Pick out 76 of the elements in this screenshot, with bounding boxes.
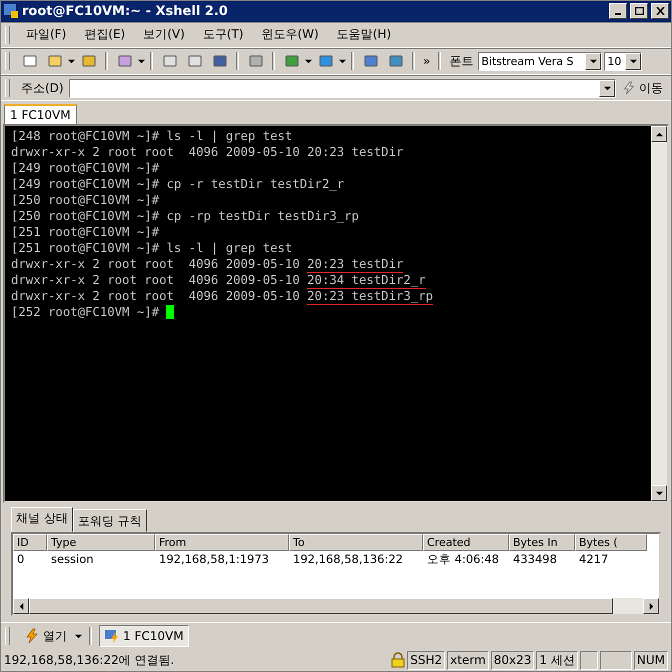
underlined-text: 20:34 testDir2_r — [307, 272, 426, 289]
table-cell-text: session — [50, 551, 95, 568]
dropdown-arrow-icon[interactable] — [305, 58, 312, 65]
underlined-text: 20:23 testDir — [307, 256, 404, 273]
column-header[interactable]: Type — [47, 534, 155, 552]
open-button[interactable]: 열기 — [20, 626, 71, 647]
terminal-line: [250 root@FC10VM ~]# cp -rp testDir testDir3_rp — [11, 208, 359, 224]
terminal-line: drwxr-xr-x 2 root root 4096 2009-05-10 — [11, 272, 301, 288]
terminal-line: [249 root@FC10VM ~]# cp -r testDir testDir2_r — [11, 176, 344, 192]
terminal-line: [248 root@FC10VM ~]# ls -l | grep test — [11, 128, 292, 144]
scrollbar-thumb[interactable] — [29, 598, 613, 614]
lightning-icon — [24, 628, 40, 644]
table-cell-text: 4217 — [578, 551, 610, 568]
table-cell-text: 192,168,58,136:22 — [292, 551, 404, 568]
terminal-lightning-icon — [104, 628, 120, 644]
dropdown-arrow-icon[interactable] — [656, 490, 662, 497]
status-pane: 1 세션 — [536, 650, 578, 670]
column-header[interactable]: To — [289, 534, 423, 552]
terminal-line: [251 root@FC10VM ~]# ls -l | grep test — [11, 240, 292, 256]
terminal-line: [250 root@FC10VM ~]# — [11, 192, 160, 208]
menu-item[interactable]: 윈도우(W) — [254, 24, 327, 46]
dropdown-arrow-icon[interactable] — [630, 58, 637, 65]
column-header[interactable]: ID — [13, 534, 47, 552]
table-cell-text: 433498 — [512, 551, 558, 568]
table-cell-text: 0 — [16, 551, 26, 568]
column-header[interactable]: From — [155, 534, 289, 552]
window-title: root@FC10VM:~ - Xshell 2.0 — [22, 4, 229, 19]
table-cell-text: 오후 4:06:48 — [426, 551, 500, 568]
terminal-line: drwxr-xr-x 2 root root 4096 2009-05-10 — [11, 288, 301, 304]
menu-item[interactable]: 편집(E) — [76, 24, 134, 46]
size-combo[interactable]: 10 — [604, 52, 642, 71]
terminal-line: [249 root@FC10VM ~]# — [11, 160, 160, 176]
dropdown-arrow-icon[interactable] — [138, 58, 145, 65]
menu-item[interactable]: 보기(V) — [135, 24, 193, 46]
menu-item[interactable]: 파일(F) — [18, 24, 74, 46]
underlined-text: 20:23 testDir3_rp — [307, 288, 433, 305]
font-combo[interactable]: Bitstream Vera S — [478, 52, 602, 71]
dropdown-arrow-icon[interactable] — [339, 58, 346, 65]
scroll-left-icon[interactable] — [18, 602, 24, 610]
session-tab[interactable]: 1 FC10VM — [4, 104, 77, 124]
address-field[interactable] — [68, 78, 616, 98]
address-label: 주소(D) — [20, 80, 65, 97]
more-chevron[interactable]: » — [420, 54, 434, 68]
column-header[interactable]: Created — [423, 534, 509, 552]
lightning-icon — [622, 81, 636, 96]
status-pane: SSH2 — [407, 650, 446, 670]
app-icon — [3, 3, 19, 20]
go-button[interactable]: 이동 — [618, 78, 667, 99]
terminal-line: [251 root@FC10VM ~]# — [11, 224, 160, 240]
close-icon — [656, 7, 664, 16]
terminal-line: drwxr-xr-x 2 root root 4096 2009-05-10 — [11, 256, 301, 272]
column-header[interactable]: Bytes ( — [575, 534, 647, 552]
status-pane: xterm — [447, 650, 489, 670]
dropdown-arrow-icon[interactable] — [590, 58, 597, 65]
terminal[interactable] — [5, 126, 651, 502]
table-cell-text: 192,168,58,1:1973 — [158, 551, 270, 568]
terminal-line: [252 root@FC10VM ~]# — [11, 304, 160, 320]
font-label: 폰트 — [448, 52, 474, 70]
status-pane: 80x23 — [490, 650, 534, 670]
dropdown-arrow-icon[interactable] — [68, 58, 75, 65]
dropdown-arrow-icon[interactable] — [604, 84, 610, 92]
lock-icon — [391, 652, 406, 668]
maximize-button[interactable] — [630, 3, 648, 20]
close-button[interactable] — [651, 3, 669, 20]
maximize-icon — [634, 7, 644, 16]
minimize-button[interactable] — [609, 3, 627, 20]
terminal-line: drwxr-xr-x 2 root root 4096 2009-05-10 20:23 testDir — [11, 144, 404, 160]
menu-item[interactable]: 도움말(H) — [328, 24, 400, 46]
scroll-right-icon[interactable] — [648, 602, 654, 610]
scroll-up-icon[interactable] — [656, 130, 662, 138]
menu-item[interactable]: 도구(T) — [194, 24, 252, 46]
dropdown-arrow-icon[interactable] — [75, 632, 82, 640]
status-pane: NUM — [634, 650, 668, 670]
status-message: 192,168,58,136:22에 연결됨. — [4, 652, 176, 669]
column-header[interactable]: Bytes In — [509, 534, 575, 552]
session-task-button[interactable]: 1 FC10VM — [99, 625, 189, 648]
